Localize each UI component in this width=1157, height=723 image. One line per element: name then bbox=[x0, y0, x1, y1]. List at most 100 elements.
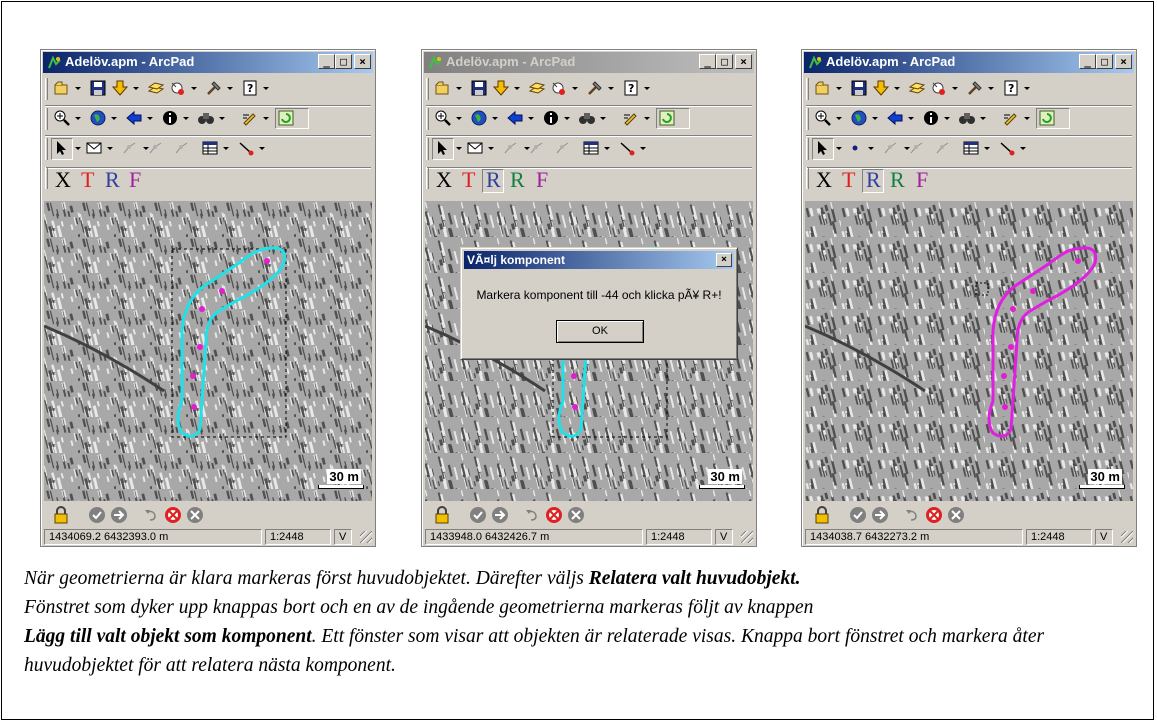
close-button[interactable]: × bbox=[735, 54, 752, 69]
dropdown-arrow[interactable] bbox=[492, 117, 498, 120]
point-feature[interactable] bbox=[1010, 306, 1016, 312]
title-bar[interactable]: Adelöv.apm - ArcPad _ □ × bbox=[424, 52, 754, 73]
delete-button[interactable]: X bbox=[816, 167, 832, 193]
relate-button[interactable]: R bbox=[866, 167, 881, 193]
point-feature[interactable] bbox=[1001, 373, 1007, 379]
identify-icon[interactable] bbox=[922, 109, 940, 127]
tools-icon[interactable] bbox=[205, 79, 223, 97]
dropdown-arrow[interactable] bbox=[988, 87, 994, 90]
dropdown-arrow[interactable] bbox=[147, 117, 153, 120]
dropdown-arrow[interactable] bbox=[259, 147, 265, 150]
add-layer-icon[interactable] bbox=[111, 79, 129, 97]
dropdown-arrow[interactable] bbox=[111, 117, 117, 120]
dropdown-arrow[interactable] bbox=[75, 117, 81, 120]
dropdown-arrow[interactable] bbox=[908, 117, 914, 120]
dropdown-arrow[interactable] bbox=[1020, 147, 1026, 150]
add-layer-icon[interactable] bbox=[872, 79, 890, 97]
toolbar-grip[interactable] bbox=[45, 108, 48, 130]
dropdown-arrow[interactable] bbox=[644, 87, 650, 90]
open-icon[interactable] bbox=[814, 79, 832, 97]
vertex-icon[interactable] bbox=[173, 139, 191, 157]
resize-grip[interactable] bbox=[1121, 531, 1133, 543]
dropdown-arrow[interactable] bbox=[644, 117, 650, 120]
point-feature[interactable] bbox=[191, 404, 197, 410]
map-canvas[interactable] bbox=[44, 201, 372, 501]
toolbar-grip[interactable] bbox=[806, 167, 809, 189]
identify-icon[interactable] bbox=[542, 109, 560, 127]
map-view[interactable]: 30 m bbox=[805, 201, 1133, 501]
lock-icon[interactable] bbox=[813, 506, 831, 524]
find-icon[interactable] bbox=[197, 109, 215, 127]
line-tool-icon[interactable] bbox=[998, 139, 1016, 157]
open-icon[interactable] bbox=[434, 79, 452, 97]
forward-icon[interactable] bbox=[110, 506, 128, 524]
globe-icon[interactable] bbox=[850, 109, 868, 127]
text-button[interactable]: T bbox=[842, 167, 855, 193]
check-icon[interactable] bbox=[88, 506, 106, 524]
find-icon[interactable] bbox=[578, 109, 596, 127]
vertex-icon[interactable] bbox=[147, 139, 165, 157]
dropdown-arrow[interactable] bbox=[133, 87, 139, 90]
gps-icon[interactable] bbox=[550, 79, 568, 97]
maximize-button[interactable]: □ bbox=[1096, 54, 1113, 69]
back-icon[interactable] bbox=[125, 109, 143, 127]
resize-grip[interactable] bbox=[360, 531, 372, 543]
gps-icon[interactable] bbox=[169, 79, 187, 97]
dropdown-arrow[interactable] bbox=[528, 117, 534, 120]
find-icon[interactable] bbox=[958, 109, 976, 127]
refresh-icon[interactable] bbox=[277, 109, 295, 127]
globe-icon[interactable] bbox=[470, 109, 488, 127]
dropdown-arrow[interactable] bbox=[944, 117, 950, 120]
gps-icon[interactable] bbox=[930, 79, 948, 97]
vertex-icon[interactable] bbox=[528, 139, 546, 157]
zoom-in-icon[interactable] bbox=[434, 109, 452, 127]
maximize-button[interactable]: □ bbox=[716, 54, 733, 69]
edit-icon[interactable] bbox=[1002, 109, 1020, 127]
dropdown-arrow[interactable] bbox=[572, 87, 578, 90]
vertex-icon[interactable] bbox=[554, 139, 572, 157]
form-button[interactable]: F bbox=[916, 167, 928, 193]
maximize-button[interactable]: □ bbox=[335, 54, 352, 69]
toolbar-grip[interactable] bbox=[806, 78, 809, 100]
identify-icon[interactable] bbox=[161, 109, 179, 127]
envelope-icon[interactable] bbox=[466, 139, 484, 157]
vertex-icon[interactable] bbox=[908, 139, 926, 157]
save-icon[interactable] bbox=[89, 79, 107, 97]
toolbar-grip[interactable] bbox=[45, 138, 48, 160]
delete-button[interactable]: X bbox=[436, 167, 452, 193]
relate-button[interactable]: R bbox=[105, 167, 120, 193]
cancel-icon[interactable] bbox=[545, 506, 563, 524]
point-feature[interactable] bbox=[264, 258, 270, 264]
dropdown-arrow[interactable] bbox=[456, 117, 462, 120]
point-icon[interactable] bbox=[846, 139, 864, 157]
vertex-icon[interactable] bbox=[882, 139, 900, 157]
dialog-title-bar[interactable]: VÃ¤lj komponent × bbox=[464, 251, 734, 269]
dropdown-arrow[interactable] bbox=[191, 87, 197, 90]
toolbar-grip[interactable] bbox=[45, 167, 48, 189]
dropdown-arrow[interactable] bbox=[894, 87, 900, 90]
map-scale-readout[interactable]: 1:2448 bbox=[265, 529, 331, 545]
point-feature[interactable] bbox=[197, 344, 203, 350]
title-bar[interactable]: Adelöv.apm - ArcPad _ □ × bbox=[43, 52, 373, 73]
back-icon[interactable] bbox=[506, 109, 524, 127]
point-feature[interactable] bbox=[571, 373, 577, 379]
dropdown-arrow[interactable] bbox=[263, 117, 269, 120]
tools-icon[interactable] bbox=[586, 79, 604, 97]
dropdown-arrow[interactable] bbox=[514, 87, 520, 90]
point-feature[interactable] bbox=[1075, 258, 1081, 264]
vertex-icon[interactable] bbox=[502, 139, 520, 157]
open-icon[interactable] bbox=[53, 79, 71, 97]
add-layer-icon[interactable] bbox=[492, 79, 510, 97]
dropdown-arrow[interactable] bbox=[836, 117, 842, 120]
dropdown-arrow[interactable] bbox=[456, 147, 462, 150]
title-bar[interactable]: Adelöv.apm - ArcPad _ □ × bbox=[804, 52, 1134, 73]
dropdown-arrow[interactable] bbox=[872, 117, 878, 120]
point-feature[interactable] bbox=[190, 373, 196, 379]
resize-grip[interactable] bbox=[741, 531, 753, 543]
dropdown-arrow[interactable] bbox=[75, 147, 81, 150]
dropdown-arrow[interactable] bbox=[640, 147, 646, 150]
dropdown-arrow[interactable] bbox=[868, 147, 874, 150]
undo-icon[interactable] bbox=[523, 506, 541, 524]
toolbar-grip[interactable] bbox=[806, 138, 809, 160]
point-feature[interactable] bbox=[1002, 404, 1008, 410]
